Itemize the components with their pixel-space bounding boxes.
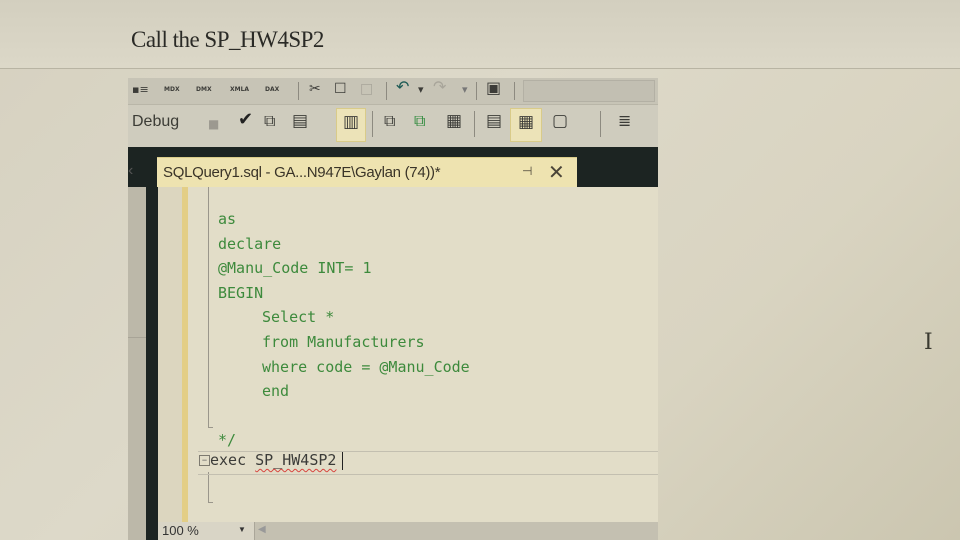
toolbar-row-1: ▪≡ MDX DMX XMLA DAX ✂ ☐ □ ↶ ▾ ↷ ▾ ▣ xyxy=(128,78,658,105)
code-line: end xyxy=(262,382,290,401)
client-statistics-icon[interactable]: ▦ xyxy=(446,113,462,130)
cut-icon[interactable]: ✂ xyxy=(309,82,321,96)
toolbar-separator xyxy=(476,82,477,100)
toolbar-separator xyxy=(386,82,387,100)
results-to-file-icon[interactable]: ▢ xyxy=(552,113,568,130)
copy-icon[interactable]: ☐ xyxy=(334,82,347,96)
editor-gutter xyxy=(158,187,182,522)
document-heading: Call the SP_HW4SP2 xyxy=(131,27,324,52)
scroll-left-arrow-icon[interactable]: ‹ xyxy=(128,162,133,180)
redo-dropdown-icon[interactable]: ▾ xyxy=(462,83,468,97)
pane-divider xyxy=(128,337,146,338)
toolbar-separator xyxy=(298,82,299,100)
redo-icon[interactable]: ↷ xyxy=(433,79,446,95)
query-designer-icon[interactable]: ▤ xyxy=(292,113,308,130)
outline-tick xyxy=(208,427,213,428)
exec-keyword: exec xyxy=(210,451,247,469)
dmx-query-icon[interactable]: DMX xyxy=(196,86,212,94)
code-line: */ xyxy=(218,431,237,450)
undo-icon[interactable]: ↶ xyxy=(396,79,409,95)
xmla-query-icon[interactable]: XMLA xyxy=(230,86,249,94)
pin-icon[interactable]: ⊣ xyxy=(522,164,532,178)
zoom-level: 100 % xyxy=(162,523,199,538)
toolbar-separator xyxy=(474,111,475,137)
parse-checkmark-icon[interactable]: ✔ xyxy=(238,111,253,129)
ssms-window: ▪≡ MDX DMX XMLA DAX ✂ ☐ □ ↶ ▾ ↷ ▾ ▣ Debu… xyxy=(128,78,658,540)
text-cursor xyxy=(342,451,344,470)
code-line: Select * xyxy=(262,308,335,327)
outline-line xyxy=(208,187,209,427)
outline-tick xyxy=(208,502,213,503)
close-icon[interactable]: ✕ xyxy=(548,160,565,185)
toolbar-separator xyxy=(372,111,373,137)
outline-line xyxy=(208,472,209,502)
exec-statement: exec SP_HW4SP2 xyxy=(210,451,344,470)
live-query-statistics-icon[interactable]: ⧉ xyxy=(414,113,425,129)
code-line: BEGIN xyxy=(218,283,264,302)
toolbar-search-box[interactable] xyxy=(523,80,655,102)
editor-status-bar: 100 % ▼ ◀ xyxy=(158,522,658,540)
toolbar-separator xyxy=(514,82,515,100)
toolbar-row-2: Debug ■ ✔ ⧉ ▤ ▥ ⧉ ⧉ ▦ ▤ ▦ ▢ ≣ xyxy=(128,105,658,147)
procedure-name-error: SP_HW4SP2 xyxy=(255,451,337,469)
code-line: @Manu_Code INT= 1 xyxy=(218,259,372,278)
horizontal-scrollbar[interactable]: ◀ xyxy=(258,524,266,535)
query-options-icon[interactable]: ▪≡ xyxy=(132,83,149,97)
comment-lines-icon[interactable]: ≣ xyxy=(618,113,631,129)
results-to-grid-icon: ▦ xyxy=(518,112,535,132)
display-estimated-plan-icon[interactable]: ⧉ xyxy=(264,113,275,129)
undo-dropdown-icon[interactable]: ▾ xyxy=(418,83,424,97)
activity-monitor-icon[interactable]: ▣ xyxy=(486,80,501,96)
dax-query-icon[interactable]: DAX xyxy=(265,86,279,94)
paste-icon[interactable]: □ xyxy=(360,82,373,96)
code-line: as xyxy=(218,210,237,228)
zoom-dropdown[interactable]: 100 % ▼ xyxy=(158,522,255,540)
code-line: from Manufacturers xyxy=(262,333,425,351)
tab-sqlquery1[interactable]: SQLQuery1.sql - GA...N947E\Gaylan (74))*… xyxy=(157,157,577,188)
solution-configuration-dropdown[interactable]: Debug xyxy=(132,113,179,131)
mdx-query-icon[interactable]: MDX xyxy=(164,86,180,94)
toolbar-separator xyxy=(600,111,601,137)
results-to-grid-button[interactable]: ▦ xyxy=(510,108,542,142)
collapse-toggle-icon[interactable]: − xyxy=(199,455,210,466)
document-page-header: Call the SP_HW4SP2 xyxy=(0,0,960,69)
query-options-panel-button[interactable]: ▥ xyxy=(336,108,366,142)
stop-icon[interactable]: ■ xyxy=(208,117,219,131)
results-to-text-icon[interactable]: ▤ xyxy=(486,113,502,130)
query-editor[interactable]: as declare @Manu_Code INT= 1 BEGIN Selec… xyxy=(158,187,658,522)
include-actual-plan-icon[interactable]: ⧉ xyxy=(384,113,395,129)
code-line: where code = @Manu_Code xyxy=(262,357,470,376)
tab-title: SQLQuery1.sql - GA...N947E\Gaylan (74))* xyxy=(163,164,441,181)
object-explorer-edge xyxy=(128,187,146,540)
change-tracking-bar xyxy=(182,187,188,522)
mouse-ibeam-cursor-icon: I xyxy=(924,330,933,355)
window-frame-bar xyxy=(146,187,158,540)
chevron-down-icon: ▼ xyxy=(238,525,246,534)
code-line: declare xyxy=(218,234,282,253)
query-options-panel-icon: ▥ xyxy=(343,112,360,132)
